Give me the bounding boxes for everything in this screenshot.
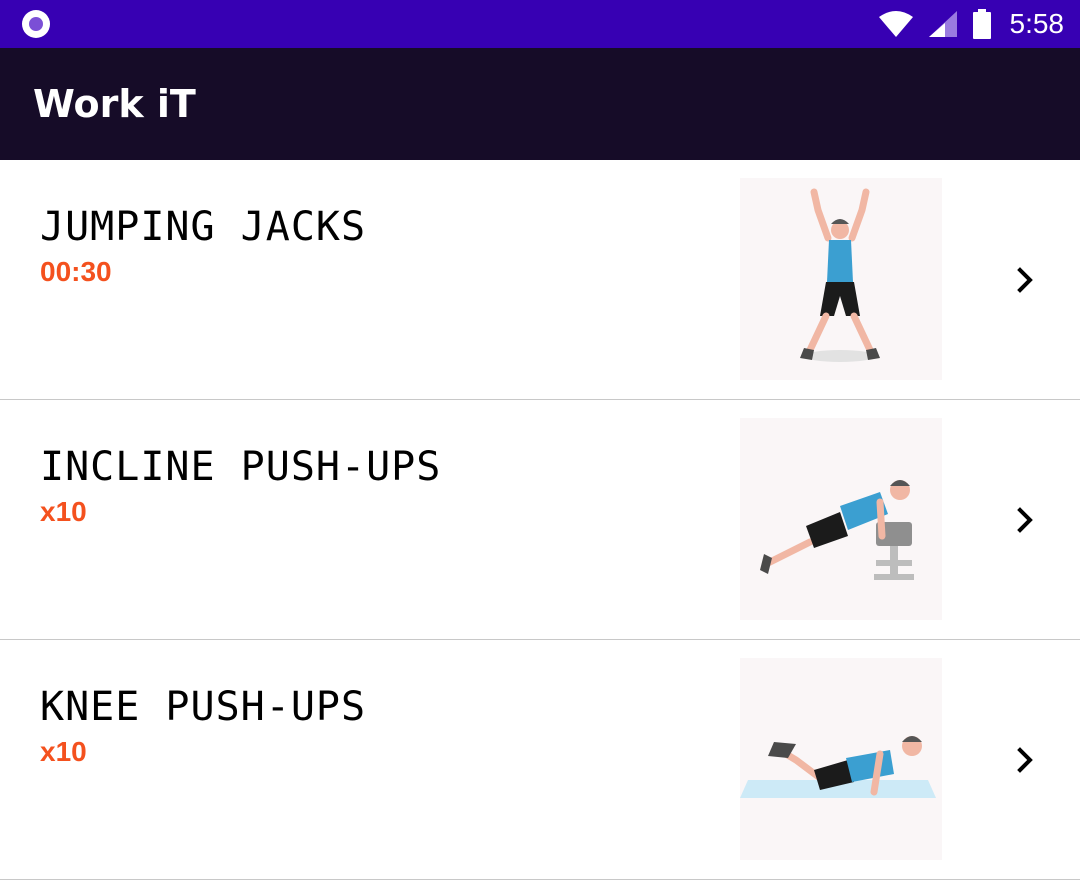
exercise-duration: 00:30 xyxy=(40,256,112,287)
exercise-item-jumping-jacks[interactable]: JUMPING JACKS 00:30 xyxy=(0,160,1080,400)
status-icons: 5:58 xyxy=(878,0,1065,48)
status-bar: 5:58 xyxy=(0,0,1080,48)
exercise-list: JUMPING JACKS 00:30 INCLINE PUSH-UPS x10… xyxy=(0,160,1080,880)
knee-push-ups-illustration xyxy=(740,658,942,860)
exercise-reps: x10 xyxy=(40,496,87,527)
incline-push-ups-illustration xyxy=(740,418,942,620)
battery-icon xyxy=(972,9,991,39)
exercise-name: KNEE PUSH-UPS xyxy=(40,684,367,730)
app-notification-icon xyxy=(22,10,50,38)
app-bar: Work iT xyxy=(0,48,1080,160)
exercise-name: INCLINE PUSH-UPS xyxy=(40,444,442,490)
exercise-item-incline-push-ups[interactable]: INCLINE PUSH-UPS x10 xyxy=(0,400,1080,640)
exercise-name: JUMPING JACKS xyxy=(40,204,367,250)
status-time: 5:58 xyxy=(1009,8,1065,39)
app-title: Work iT xyxy=(33,82,196,126)
chevron-right-icon[interactable] xyxy=(1008,502,1044,538)
exercise-reps: x10 xyxy=(40,736,87,767)
cell-signal-icon xyxy=(928,11,957,37)
jumping-jacks-illustration xyxy=(740,178,942,380)
chevron-right-icon[interactable] xyxy=(1008,262,1044,298)
exercise-item-knee-push-ups[interactable]: KNEE PUSH-UPS x10 xyxy=(0,640,1080,880)
chevron-right-icon[interactable] xyxy=(1008,742,1044,778)
wifi-icon xyxy=(878,11,913,37)
